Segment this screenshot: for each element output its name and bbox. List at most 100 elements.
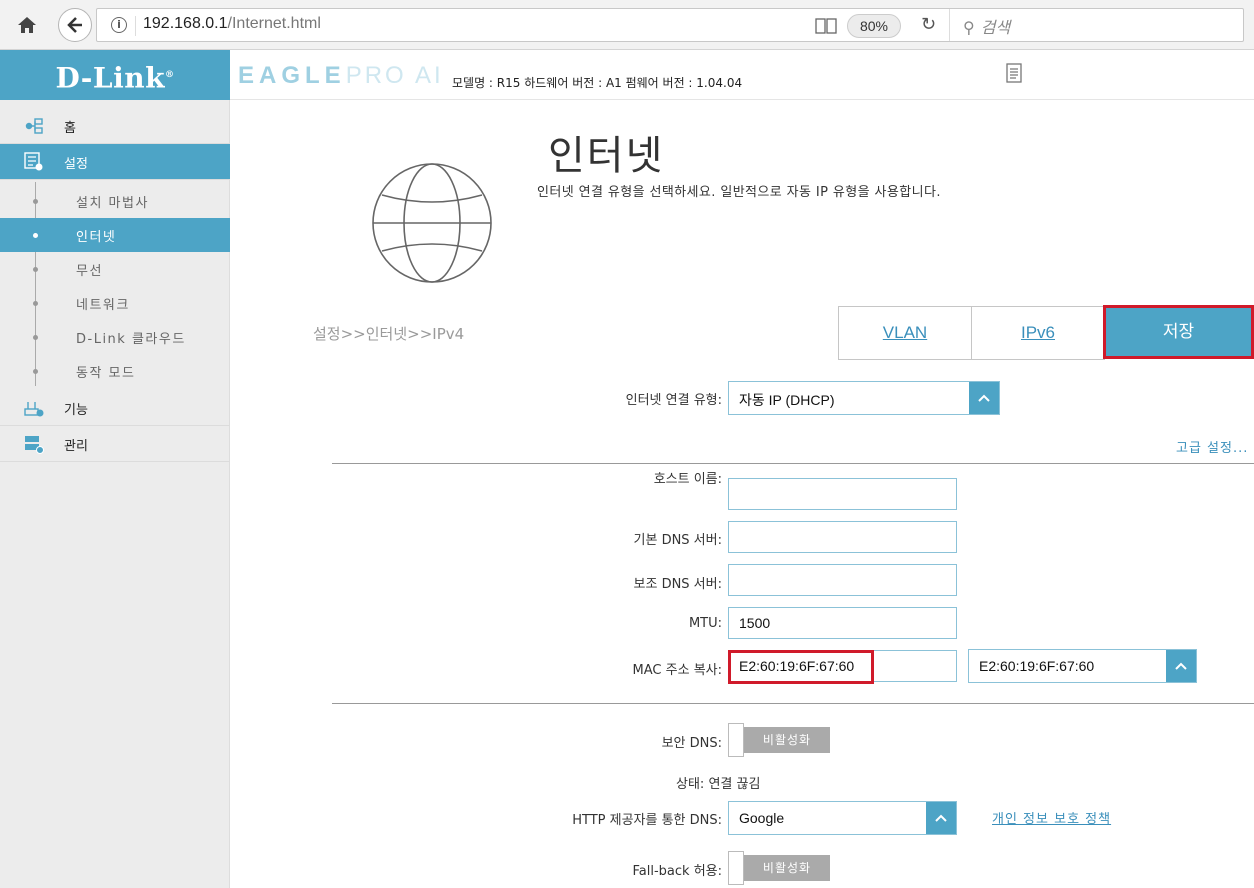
tree-node (33, 369, 38, 374)
management-icon (24, 434, 44, 454)
globe-icon (370, 161, 494, 289)
document-icon[interactable] (1006, 63, 1022, 87)
host-name-label: 호스트 이름: (653, 472, 722, 487)
mtu-label: MTU: (688, 616, 722, 631)
subitem-label: 무선 (76, 264, 103, 279)
mtu-input[interactable]: 1500 (728, 607, 957, 639)
toggle-state: 비활성화 (744, 727, 830, 753)
sidebar-item-management[interactable]: 관리 (0, 426, 230, 462)
sidebar-subitem-cloud[interactable]: D-Link 클라우드 (0, 320, 230, 354)
save-button[interactable]: 저장 (1103, 305, 1254, 359)
tab-vlan[interactable]: VLAN (838, 306, 972, 360)
mac-clone-input[interactable]: E2:60:19:6F:67:60 (728, 650, 957, 684)
mac-clone-label: MAC 주소 복사: (632, 663, 722, 678)
mac-select-value: E2:60:19:6F:67:60 (979, 658, 1095, 674)
zoom-level[interactable]: 80% (847, 14, 901, 38)
main-content: 인터넷 인터넷 연결 유형을 선택하세요. 일반적으로 자동 IP 유형을 사용… (230, 101, 1254, 888)
secure-dns-toggle[interactable]: 비활성화 (728, 723, 832, 757)
status-value: 연결 끊김 (708, 777, 761, 792)
model-info: 모델명 : R15 하드웨어 버전 : A1 펌웨어 버전 : 1.04.04 (452, 76, 743, 90)
sidebar-subitem-operation-mode[interactable]: 동작 모드 (0, 354, 230, 388)
home-network-icon (24, 116, 44, 136)
subitem-label: 설치 마법사 (76, 196, 149, 211)
search-placeholder: 검색 (980, 18, 1011, 37)
search-input[interactable]: ⚲ 검색 (963, 14, 1010, 38)
secure-dns-label: 보안 DNS: (661, 736, 722, 751)
conn-type-value: 자동 IP (DHCP) (739, 392, 835, 408)
brand-name: EAGLEPRO AI (238, 62, 444, 90)
sidebar: 홈 설정 설치 마법사 인터넷 무선 네트워크 D-Link 클라우드 동작 모… (0, 100, 230, 888)
tab-ipv6[interactable]: IPv6 (971, 306, 1105, 360)
subitem-label: 네트워크 (76, 298, 130, 313)
url-text: 192.168.0.1/Internet.html (143, 15, 321, 33)
host-name-input[interactable] (728, 478, 957, 510)
reload-icon[interactable]: ↻ (921, 14, 936, 35)
sidebar-item-home[interactable]: 홈 (0, 108, 230, 144)
sidebar-subitem-wireless[interactable]: 무선 (0, 252, 230, 286)
sidebar-label-settings: 설정 (64, 157, 88, 172)
breadcrumb: 설정>>인터넷>>IPv4 (313, 325, 465, 343)
conn-type-select[interactable]: 자동 IP (DHCP) (728, 381, 1000, 415)
tree-node (33, 267, 38, 272)
info-icon[interactable]: i (111, 17, 127, 33)
https-dns-label: HTTP 제공자를 통한 DNS: (572, 813, 722, 828)
secondary-dns-input[interactable] (728, 564, 957, 596)
chevron-up-icon[interactable] (926, 802, 956, 834)
sidebar-subitem-internet[interactable]: 인터넷 (0, 218, 230, 252)
sidebar-item-features[interactable]: 기능 (0, 390, 230, 426)
url-path: /Internet.html (227, 15, 321, 32)
subitem-label: D-Link 클라우드 (76, 332, 186, 347)
tree-node (33, 335, 38, 340)
mac-highlight (728, 650, 874, 684)
section-divider (332, 703, 1254, 704)
privacy-policy-link[interactable]: 개인 정보 보호 정책 (992, 808, 1111, 827)
sidebar-subitem-wizard[interactable]: 설치 마법사 (0, 184, 230, 218)
dns-status: 상태: 연결 끊김 (676, 773, 760, 792)
logo-text: D-Link (55, 61, 165, 95)
https-dns-select[interactable]: Google (728, 801, 957, 835)
sidebar-subitem-network[interactable]: 네트워크 (0, 286, 230, 320)
brand-main: EAGLE (238, 62, 346, 89)
primary-dns-input[interactable] (728, 521, 957, 553)
reader-view-icon[interactable] (815, 17, 837, 39)
fallback-toggle[interactable]: 비활성화 (728, 851, 832, 885)
dlink-logo[interactable]: D-Link® (0, 50, 230, 100)
page-title: 인터넷 (548, 133, 665, 179)
brand-sub: PRO AI (345, 62, 444, 89)
mac-address-select[interactable]: E2:60:19:6F:67:60 (968, 649, 1197, 683)
advanced-settings-link[interactable]: 고급 설정... (1176, 437, 1248, 456)
back-arrow-icon[interactable] (58, 8, 92, 42)
router-icon (24, 398, 44, 418)
primary-dns-label: 기본 DNS 서버: (633, 533, 722, 548)
fallback-label: Fall-back 허용: (632, 864, 723, 879)
section-divider (332, 463, 1254, 464)
settings-icon (24, 152, 44, 172)
chevron-up-icon[interactable] (1166, 650, 1196, 682)
status-label: 상태: (676, 777, 705, 792)
tree-node (33, 199, 38, 204)
search-icon: ⚲ (963, 18, 975, 37)
https-dns-value: Google (739, 810, 785, 826)
subitem-label: 인터넷 (76, 230, 117, 245)
chevron-up-icon[interactable] (969, 382, 999, 414)
home-icon[interactable] (10, 8, 44, 42)
search-separator (949, 9, 950, 41)
sidebar-label-home: 홈 (64, 121, 76, 136)
sidebar-label-features: 기능 (64, 403, 88, 418)
logo-bar: D-Link® (0, 50, 230, 100)
subitem-label: 동작 모드 (76, 366, 136, 381)
secondary-dns-label: 보조 DNS 서버: (633, 577, 722, 592)
browser-toolbar: i 192.168.0.1/Internet.html 80% ↻ ⚲ 검색 (0, 0, 1254, 50)
app-header: EAGLEPRO AI 모델명 : R15 하드웨어 버전 : A1 펌웨어 버… (230, 50, 1254, 100)
page-description: 인터넷 연결 유형을 선택하세요. 일반적으로 자동 IP 유형을 사용합니다. (537, 185, 941, 200)
sidebar-item-settings[interactable]: 설정 (0, 144, 230, 180)
url-host: 192.168.0.1 (143, 15, 228, 32)
toggle-knob (728, 723, 744, 757)
address-bar[interactable]: i 192.168.0.1/Internet.html 80% ↻ ⚲ 검색 (96, 8, 1244, 42)
tree-node (33, 233, 38, 238)
toggle-state: 비활성화 (744, 855, 830, 881)
sidebar-label-management: 관리 (64, 439, 88, 454)
toggle-knob (728, 851, 744, 885)
url-separator (135, 16, 136, 36)
conn-type-label: 인터넷 연결 유형: (625, 393, 722, 408)
